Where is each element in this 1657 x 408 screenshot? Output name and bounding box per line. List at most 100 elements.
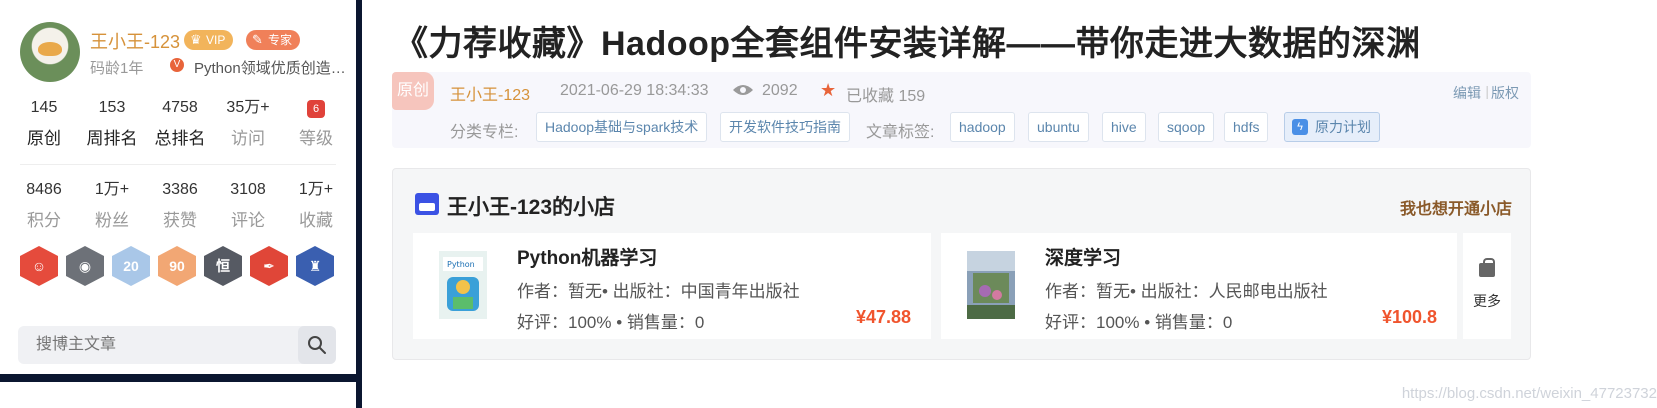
- article-tag[interactable]: ubuntu: [1028, 112, 1089, 142]
- stat-level[interactable]: 6 等级: [282, 96, 350, 149]
- stat-value: 1万+: [298, 181, 334, 198]
- stat-likes[interactable]: 3386 获赞: [146, 178, 214, 231]
- vip-badge: VIP: [184, 30, 234, 50]
- stat-label: 收藏: [299, 211, 333, 230]
- level-icon: 6: [307, 100, 325, 118]
- verified-icon: V: [170, 58, 184, 72]
- shopping-bag-icon: [1479, 258, 1495, 277]
- product-price: ¥100.8: [1381, 307, 1437, 327]
- expert-90-badge-icon[interactable]: 90: [158, 246, 196, 286]
- profile-subtitle[interactable]: Python领域优质创造…: [194, 57, 346, 78]
- stat-points[interactable]: 8486 积分: [10, 178, 78, 231]
- column-badge-icon[interactable]: 恒: [204, 246, 242, 286]
- code-age: 码龄1年: [90, 60, 144, 77]
- product-info: 作者：暂无• 出版社：人民邮电出版社: [1045, 282, 1328, 301]
- search-button[interactable]: [298, 326, 336, 364]
- meta-favorites[interactable]: 已收藏 159: [846, 82, 925, 106]
- github-badge-icon[interactable]: ◉: [66, 246, 104, 286]
- product-price: ¥47.88: [855, 307, 911, 327]
- stat-fans[interactable]: 1万+ 粉丝: [78, 178, 146, 231]
- stat-value: 3386: [162, 181, 198, 198]
- stat-value: 153: [98, 99, 126, 116]
- article-tag[interactable]: hive: [1102, 112, 1146, 142]
- stat-label: 积分: [27, 211, 61, 230]
- stat-label: 等级: [299, 129, 333, 148]
- badge-list: ☺ ◉ 20 90 恒 ✒ ♜: [20, 246, 334, 286]
- sidebar-next-card: [0, 382, 356, 408]
- article-tag[interactable]: hdfs: [1224, 112, 1269, 142]
- stat-label: 评论: [231, 211, 265, 230]
- shop-panel: 王小王-123的小店 我也想开通小店 Python Python机器学习 作者：…: [392, 168, 1531, 360]
- search-icon: [308, 336, 326, 354]
- edit-link[interactable]: 编辑: [1453, 83, 1481, 103]
- expert-badge: 专家: [246, 30, 301, 50]
- svg-text:Python: Python: [447, 260, 475, 269]
- article-tag[interactable]: sqoop: [1158, 112, 1215, 142]
- stats-row-secondary: 8486 积分 1万+ 粉丝 3386 获赞 3108 评论 1万+ 收藏: [10, 178, 350, 231]
- left-sidebar: 王小王-123 VIP 专家 码龄1年 V Python领域优质创造… 145 原…: [0, 0, 356, 408]
- book-cover-deep-learning: [967, 251, 1015, 319]
- stat-label: 获赞: [163, 211, 197, 230]
- stat-value: 3108: [230, 181, 266, 198]
- stat-original[interactable]: 145 原创: [10, 96, 78, 149]
- category-label: 分类专栏:: [450, 124, 519, 141]
- stat-value: 4758: [162, 99, 198, 116]
- open-shop-link[interactable]: 我也想开通小店: [1400, 195, 1512, 219]
- profile-username[interactable]: 王小王-123: [90, 28, 180, 54]
- more-products-button[interactable]: 更多: [1463, 233, 1511, 339]
- book-cover-python-ml: Python: [439, 251, 487, 319]
- category-tag[interactable]: 开发软件技巧指南: [720, 112, 850, 142]
- stat-value: 1万+: [94, 181, 130, 198]
- stat-label: 粉丝: [95, 211, 129, 230]
- divider: [20, 164, 336, 165]
- favorite-star-icon[interactable]: ★: [820, 80, 836, 101]
- article-tag[interactable]: hadoop: [950, 112, 1015, 142]
- stat-label: 访问: [231, 129, 265, 148]
- product-card[interactable]: 深度学习 作者：暂无• 出版社：人民邮电出版社 好评：100% • 销售量：0 …: [941, 233, 1457, 339]
- search-card: [0, 316, 356, 374]
- product-name[interactable]: 深度学习: [1045, 243, 1121, 270]
- stat-label: 周排名: [86, 129, 138, 148]
- special-tag-label: 原力计划: [1315, 119, 1371, 135]
- monkey-badge-icon[interactable]: ☺: [20, 246, 58, 286]
- stat-visits[interactable]: 35万+ 访问: [214, 96, 282, 149]
- stat-label: 总排名: [154, 129, 206, 148]
- product-card[interactable]: Python Python机器学习 作者：暂无• 出版社：中国青年出版社 好评：…: [413, 233, 931, 339]
- more-label: 更多: [1473, 293, 1501, 309]
- meta-author[interactable]: 王小王-123: [450, 81, 530, 105]
- stat-favorites[interactable]: 1万+ 收藏: [282, 178, 350, 231]
- meta-views: 2092: [762, 82, 798, 99]
- copyright-link[interactable]: 版权: [1491, 83, 1519, 103]
- product-info: 作者：暂无• 出版社：中国青年出版社: [517, 282, 800, 301]
- tags-label: 文章标签:: [866, 124, 935, 141]
- category-tag[interactable]: Hadoop基础与spark技术: [536, 112, 708, 142]
- stat-value: 145: [30, 99, 58, 116]
- article-main: 《力荐收藏》Hadoop全套组件安装详解——带你走进大数据的深渊 原创 王小王-…: [362, 0, 1657, 408]
- meta-datetime: 2021-06-29 18:34:33: [560, 82, 709, 99]
- product-name[interactable]: Python机器学习: [517, 243, 657, 270]
- stat-comments[interactable]: 3108 评论: [214, 178, 282, 231]
- original-tag: 原创: [392, 72, 434, 110]
- article-meta: 原创 王小王-123 2021-06-29 18:34:33 2092 ★ 已收…: [392, 72, 1531, 148]
- search-box: [18, 326, 336, 364]
- stat-label: 原创: [27, 129, 61, 148]
- watermark: https://blog.csdn.net/weixin_47723732: [1401, 385, 1657, 402]
- lightning-icon: ϟ: [1292, 119, 1308, 135]
- article-title: 《力荐收藏》Hadoop全套组件安装详解——带你走进大数据的深渊: [394, 25, 1421, 63]
- stat-value: 35万+: [226, 99, 270, 116]
- product-rating: 好评：100% • 销售量：0: [1045, 313, 1233, 332]
- stat-week-rank[interactable]: 153 周排名: [78, 96, 146, 149]
- rocket-badge-icon[interactable]: ♜: [296, 246, 334, 286]
- special-tag[interactable]: ϟ 原力计划: [1284, 112, 1380, 142]
- search-input[interactable]: [18, 326, 298, 364]
- shop-title[interactable]: 王小王-123的小店: [447, 191, 615, 221]
- stats-row-primary: 145 原创 153 周排名 4758 总排名 35万+ 访问 6 等级: [10, 96, 350, 149]
- avatar[interactable]: [20, 22, 80, 82]
- stat-value: 8486: [26, 181, 62, 198]
- stat-total-rank[interactable]: 4758 总排名: [146, 96, 214, 149]
- anniversary-badge-icon[interactable]: 20: [112, 246, 150, 286]
- profile-card: 王小王-123 VIP 专家 码龄1年 V Python领域优质创造… 145 原…: [0, 0, 356, 322]
- meta-separator: |: [1485, 83, 1489, 99]
- pen-badge-icon[interactable]: ✒: [250, 246, 288, 286]
- eye-icon: [733, 85, 753, 95]
